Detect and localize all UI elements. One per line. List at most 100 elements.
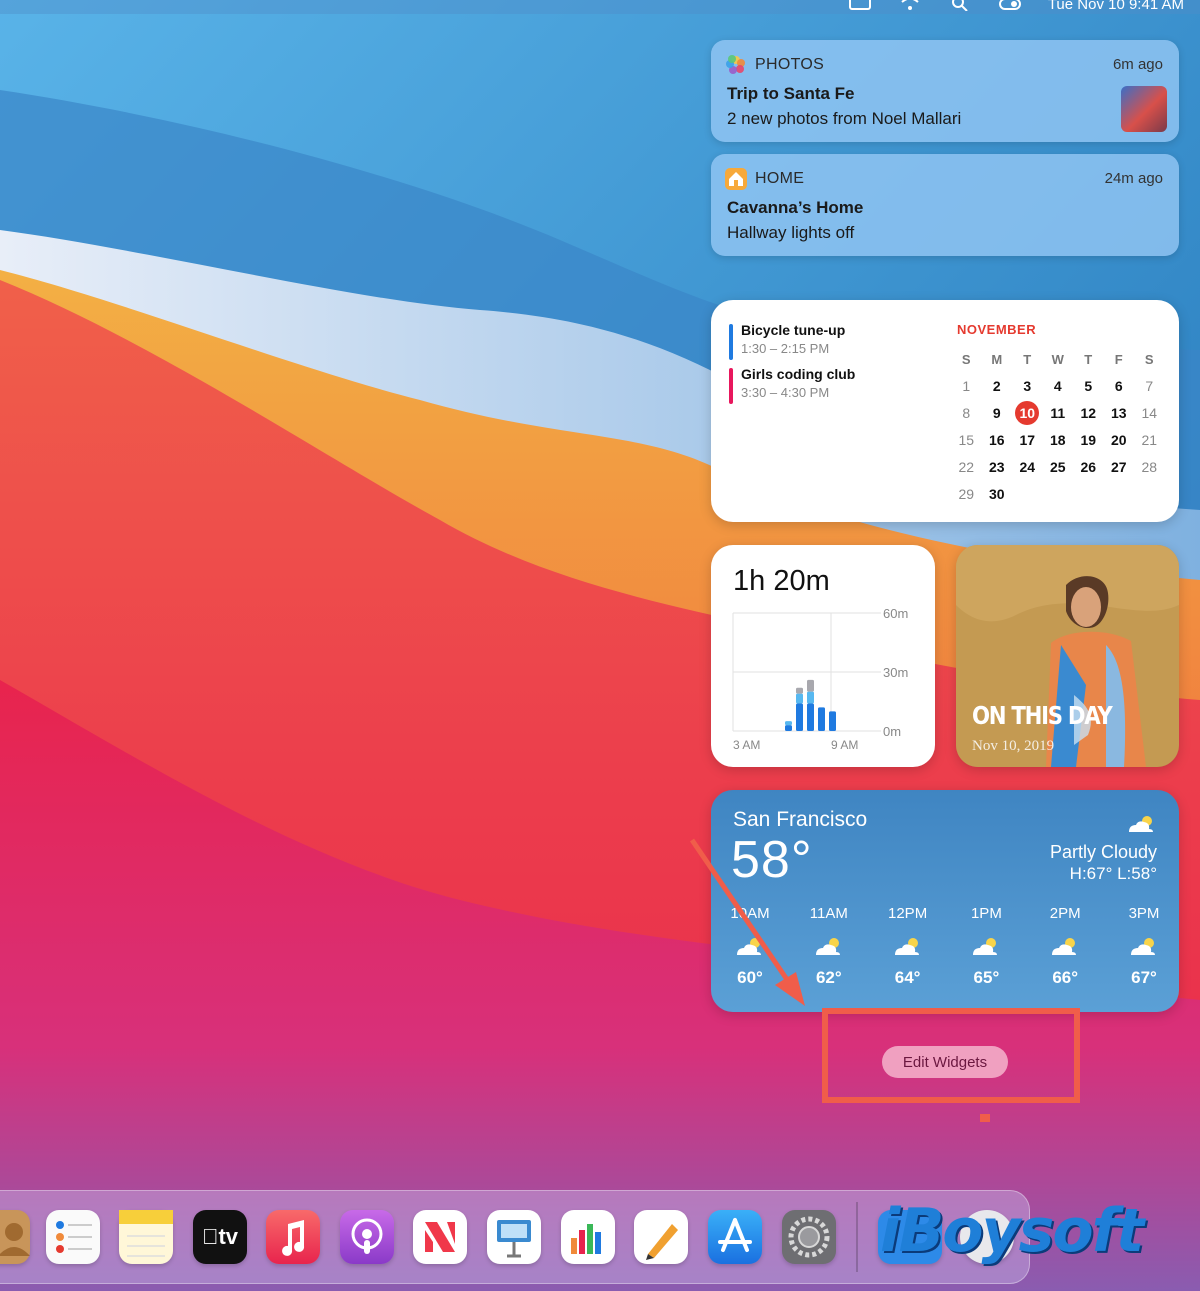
partly-cloudy-icon — [1042, 934, 1088, 960]
photos-memory-widget[interactable]: ON THIS DAY Nov 10, 2019 — [956, 545, 1179, 767]
event-time: 1:30 – 2:15 PM — [741, 341, 830, 356]
contacts-app-icon[interactable] — [0, 1210, 30, 1264]
weather-condition: Partly Cloudy — [1049, 842, 1157, 862]
calendar-day[interactable]: 24 — [1012, 454, 1043, 481]
numbers-app-icon[interactable] — [561, 1210, 615, 1264]
edit-widgets-button[interactable]: Edit Widgets — [882, 1046, 1008, 1078]
hour-temp: 60° — [737, 968, 763, 987]
calendar-day[interactable]: 5 — [1073, 373, 1104, 400]
display-icon[interactable] — [848, 0, 872, 11]
calendar-day[interactable]: 3 — [1012, 373, 1043, 400]
wifi-icon[interactable] — [898, 0, 922, 11]
menu-bar: Tue Nov 10 9:41 AM — [0, 0, 1200, 14]
x-tick-label: 9 AM — [831, 738, 858, 752]
news-app-icon[interactable] — [413, 1210, 467, 1264]
podcasts-app-icon[interactable] — [340, 1210, 394, 1264]
hour-label: 3PM — [1128, 905, 1160, 922]
calendar-grid: S M T W T F S 1 2 3 4 5 6 7 8 9 10 11 12 13 14 15 16 17 18 19 20 21… — [951, 346, 1165, 508]
chart-bar — [785, 721, 792, 726]
app-store-icon[interactable] — [708, 1210, 762, 1264]
calendar-day[interactable]: 17 — [1012, 427, 1043, 454]
chart-bar — [818, 707, 825, 731]
partly-cloudy-icon — [806, 934, 852, 960]
calendar-day[interactable]: 12 — [1073, 400, 1104, 427]
photos-app-icon — [725, 54, 747, 76]
calendar-day[interactable]: 6 — [1104, 373, 1135, 400]
control-center-icon[interactable] — [998, 0, 1022, 11]
reminders-app-icon[interactable] — [46, 1210, 100, 1264]
chart-bar — [785, 725, 792, 731]
menu-bar-status-area: Tue Nov 10 9:41 AM — [848, 0, 1200, 14]
notes-app-icon[interactable] — [119, 1210, 173, 1264]
calendar-day[interactable]: 9 — [982, 400, 1013, 427]
chart-bar — [807, 691, 814, 704]
notification-app-name: HOME — [755, 170, 805, 187]
calendar-day[interactable]: 2 — [982, 373, 1013, 400]
keynote-app-icon[interactable] — [487, 1210, 541, 1264]
chart-bar — [796, 703, 803, 731]
calendar-day[interactable]: 26 — [1073, 454, 1104, 481]
calendar-day[interactable]: 29 — [951, 481, 982, 508]
hourly-forecast: 10AM 60° 11AM 62° 12PM 64° 1PM 65° 2PM 66° 3PM 67° — [727, 905, 1167, 988]
partly-cloudy-icon — [885, 934, 931, 960]
music-app-icon[interactable] — [266, 1210, 320, 1264]
search-icon[interactable] — [948, 0, 972, 11]
calendar-day[interactable]: 16 — [982, 427, 1013, 454]
tv-app-icon[interactable]: tv — [193, 1210, 247, 1264]
hour-label: 11AM — [809, 905, 848, 922]
calendar-day[interactable]: 23 — [982, 454, 1013, 481]
notification-app-row: HOME — [725, 168, 804, 190]
notification-thumbnail — [1121, 86, 1167, 132]
calendar-day[interactable]: 4 — [1043, 373, 1074, 400]
system-preferences-icon[interactable] — [782, 1210, 836, 1264]
watermark-logo: iBoysoft — [880, 1196, 1144, 1266]
hourly-forecast-item: 1PM 65° — [963, 905, 1009, 988]
chart-bar — [829, 711, 836, 731]
home-app-icon — [725, 168, 747, 190]
calendar-event[interactable]: Girls coding club 3:30 – 4:30 PM — [729, 366, 855, 404]
calendar-widget[interactable]: Bicycle tune-up 1:30 – 2:15 PM Girls cod… — [711, 300, 1179, 522]
calendar-day[interactable]: 7 — [1134, 373, 1165, 400]
weather-current-temp: 58° — [731, 831, 813, 889]
notification-body: Hallway lights off — [727, 223, 855, 242]
x-tick-label: 3 AM — [733, 738, 760, 752]
calendar-day[interactable]: 18 — [1043, 427, 1074, 454]
event-color-bar — [729, 324, 733, 360]
hour-temp: 66° — [1052, 968, 1079, 987]
calendar-day[interactable]: 21 — [1134, 427, 1165, 454]
calendar-day[interactable]: 19 — [1073, 427, 1104, 454]
calendar-day[interactable]: 11 — [1043, 400, 1074, 427]
y-tick-label: 60m — [883, 606, 908, 621]
chart-bar — [807, 679, 814, 692]
notification-app-name: PHOTOS — [755, 56, 825, 73]
partly-cloudy-icon — [727, 934, 773, 960]
weekday-label: S — [961, 352, 971, 367]
hour-temp: 64° — [894, 968, 921, 987]
calendar-day[interactable]: 13 — [1104, 400, 1135, 427]
calendar-events: Bicycle tune-up 1:30 – 2:15 PM Girls cod… — [729, 322, 855, 410]
weekday-label: F — [1114, 352, 1123, 367]
calendar-day[interactable]: 22 — [951, 454, 982, 481]
menu-bar-clock[interactable]: Tue Nov 10 9:41 AM — [1048, 0, 1184, 13]
photos-notification[interactable]: PHOTOS 6m ago Trip to Santa Fe 2 new pho… — [711, 40, 1179, 142]
calendar-day[interactable]: 30 — [982, 481, 1013, 508]
home-notification[interactable]: HOME 24m ago Cavanna’s Home Hallway ligh… — [711, 154, 1179, 256]
screen-time-widget[interactable]: 1h 20m 60m 30m 0m 3 AM 9 AM — [711, 545, 935, 767]
calendar-day[interactable]: 1 — [951, 373, 982, 400]
calendar-day[interactable]: 20 — [1104, 427, 1135, 454]
dock-separator — [856, 1202, 858, 1272]
calendar-day[interactable]: 8 — [951, 400, 982, 427]
y-tick-label: 0m — [883, 724, 901, 739]
weather-widget[interactable]: San Francisco 58° Partly Cloudy H:67° L:… — [711, 790, 1179, 1012]
pages-app-icon[interactable] — [634, 1210, 688, 1264]
calendar-day[interactable]: 14 — [1134, 400, 1165, 427]
notification-title: Cavanna’s Home — [727, 198, 864, 217]
calendar-day[interactable]: 15 — [951, 427, 982, 454]
hour-label: 12PM — [888, 905, 928, 922]
calendar-today[interactable]: 10 — [1012, 400, 1043, 427]
calendar-day[interactable]: 27 — [1104, 454, 1135, 481]
hourly-forecast-item: 12PM 64° — [885, 905, 931, 988]
calendar-day[interactable]: 25 — [1043, 454, 1074, 481]
calendar-event[interactable]: Bicycle tune-up 1:30 – 2:15 PM — [729, 322, 855, 360]
calendar-day[interactable]: 28 — [1134, 454, 1165, 481]
